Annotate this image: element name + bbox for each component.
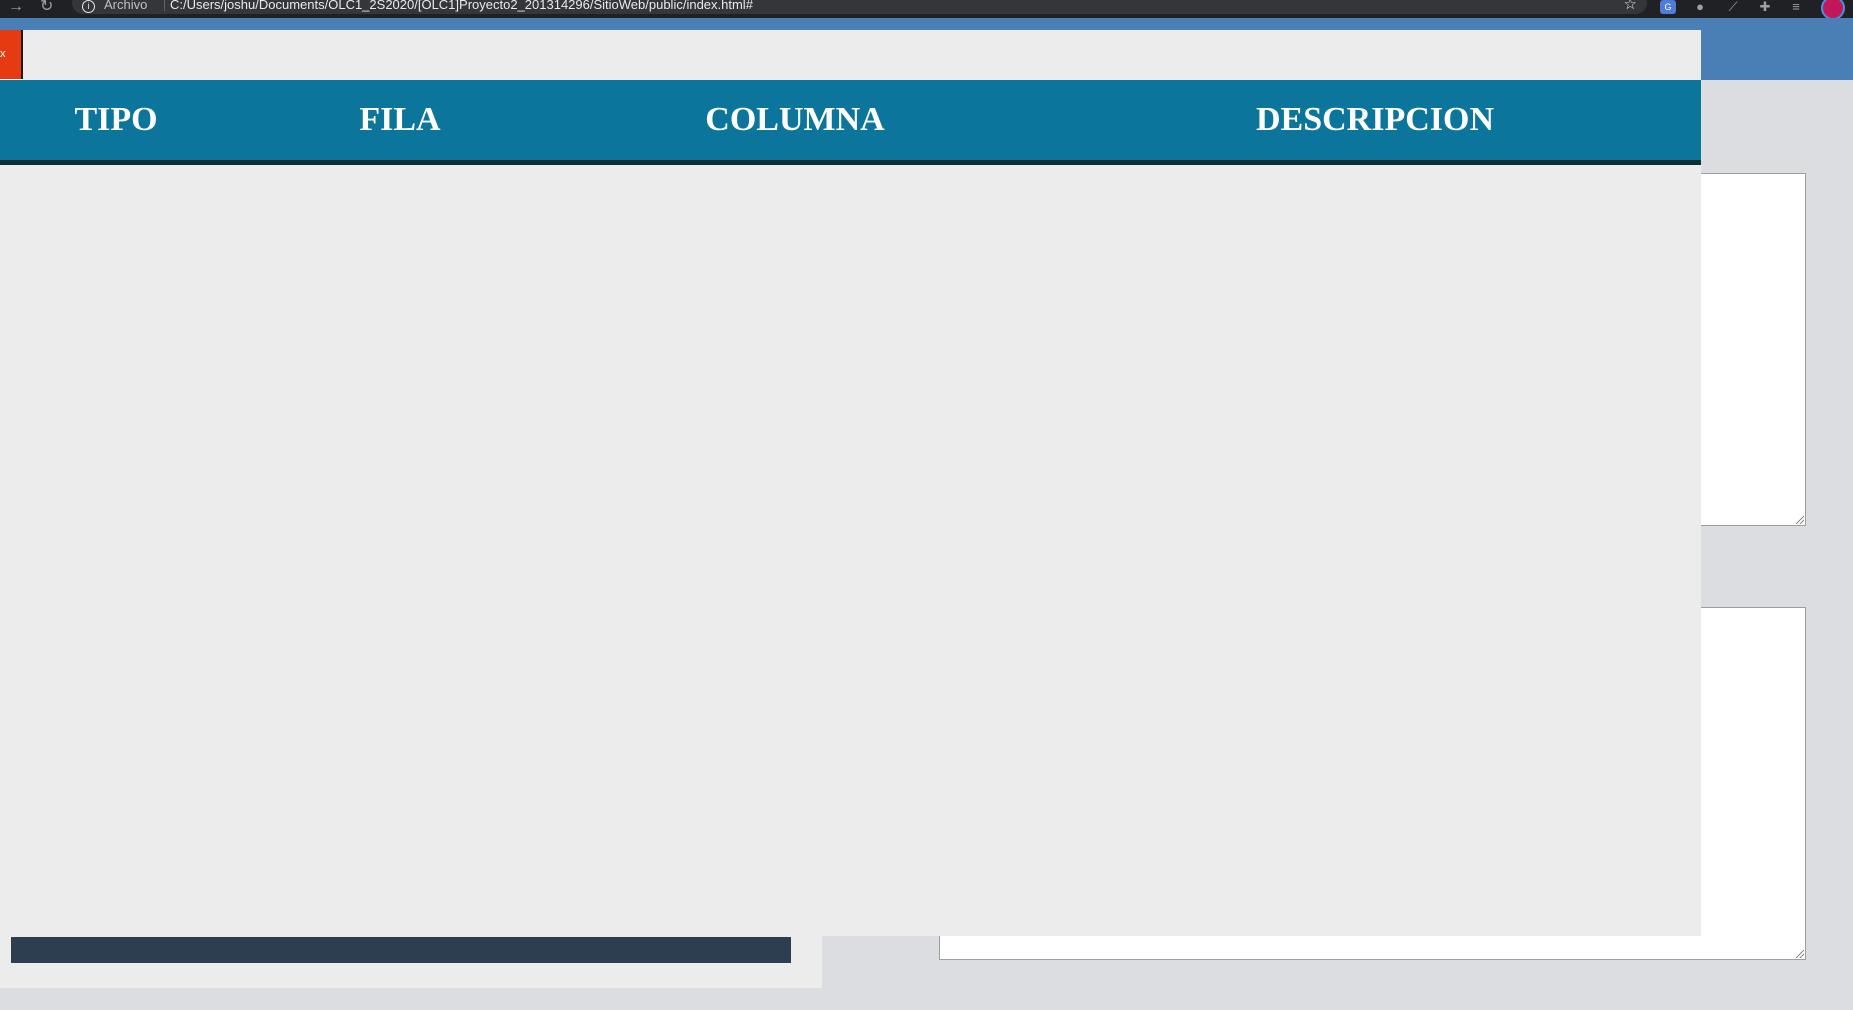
column-header-tipo: TIPO [74, 101, 158, 138]
puzzle-icon[interactable]: ✚ [1757, 0, 1773, 14]
info-icon[interactable]: i [82, 0, 95, 13]
scheme-label: Archivo [104, 0, 148, 12]
translate-extension-icon[interactable]: G [1660, 0, 1676, 14]
browser-toolbar: → ↻ i Archivo C:/Users/joshu/Documents/O… [0, 0, 1853, 20]
star-icon[interactable]: ☆ [1624, 0, 1637, 13]
dark-bar [11, 937, 791, 963]
resize-grip-icon[interactable] [1796, 950, 1804, 958]
profile-avatar[interactable] [1821, 0, 1845, 20]
extension-icon[interactable]: ● [1692, 0, 1708, 14]
table-header-row: TIPO FILA COLUMNA DESCRIPCION [0, 80, 1701, 165]
media-queue-icon[interactable]: ≡ [1788, 0, 1804, 14]
url-text[interactable]: C:/Users/joshu/Documents/OLC1_2S2020/[OL… [170, 0, 753, 12]
errors-modal: x TIPO FILA COLUMNA DESCRIPCION [0, 30, 1701, 936]
back-arrow-icon[interactable]: → [8, 0, 24, 16]
column-header-columna: COLUMNA [705, 101, 885, 138]
chart-extension-icon[interactable]: ⟋ [1725, 0, 1741, 14]
address-separator [164, 0, 165, 11]
resize-grip-icon[interactable] [1796, 516, 1804, 524]
close-button[interactable]: x [0, 30, 23, 79]
column-header-descripcion: DESCRIPCION [1255, 101, 1495, 138]
table-body [0, 165, 1701, 936]
address-bar[interactable]: i Archivo C:/Users/joshu/Documents/OLC1_… [72, 0, 1647, 14]
reload-icon[interactable]: ↻ [40, 0, 53, 16]
column-header-fila: FILA [359, 101, 441, 138]
